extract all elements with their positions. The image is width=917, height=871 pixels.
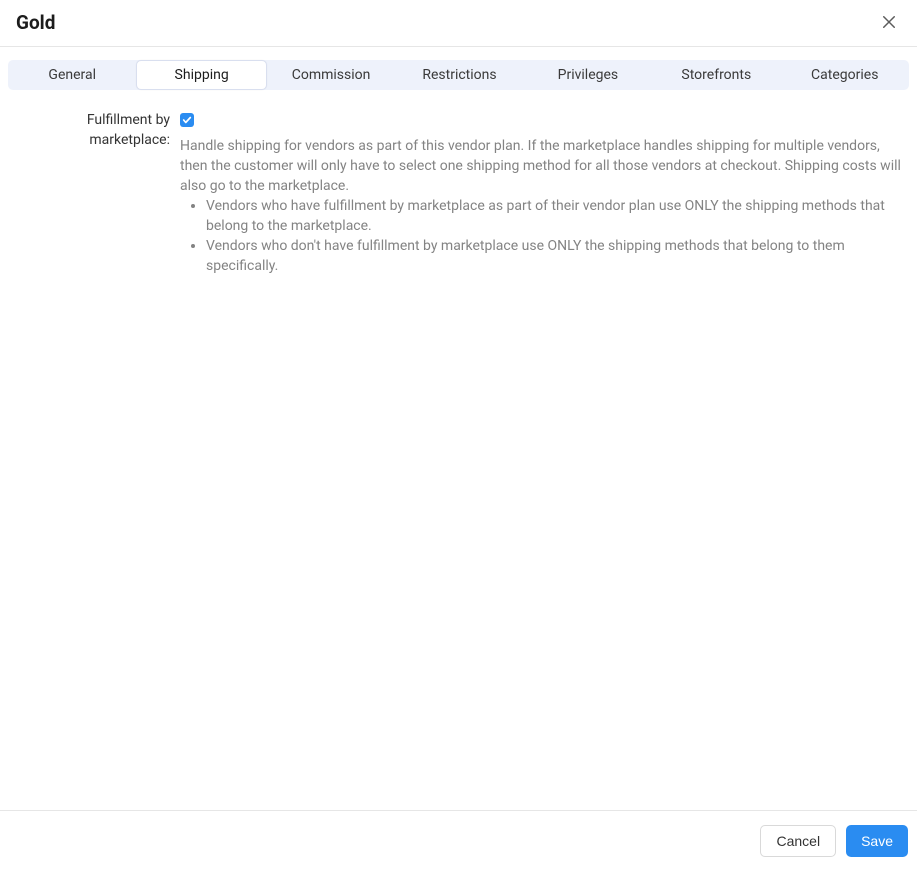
dialog-header: Gold: [0, 0, 917, 47]
tab-label: Restrictions: [422, 67, 496, 83]
fulfillment-bullet: Vendors who don't have fulfillment by ma…: [206, 236, 905, 276]
close-icon: [880, 13, 898, 31]
fulfillment-bullet: Vendors who have fulfillment by marketpl…: [206, 196, 905, 236]
dialog-title: Gold: [16, 11, 55, 34]
dialog-footer: Cancel Save: [0, 810, 917, 871]
tab-privileges[interactable]: Privileges: [524, 60, 652, 90]
fulfillment-label: Fulfillment by marketplace:: [10, 110, 180, 150]
fulfillment-description: Handle shipping for vendors as part of t…: [180, 136, 905, 196]
tab-label: Privileges: [558, 67, 619, 83]
tab-restrictions[interactable]: Restrictions: [395, 60, 523, 90]
tab-label: Shipping: [175, 67, 229, 83]
tabs: General Shipping Commission Restrictions…: [8, 60, 909, 90]
check-icon: [182, 115, 192, 125]
fulfillment-checkbox[interactable]: [180, 113, 194, 127]
button-label: Save: [861, 833, 893, 849]
tab-categories[interactable]: Categories: [781, 60, 909, 90]
fulfillment-row: Fulfillment by marketplace: Handle shipp…: [10, 110, 907, 276]
tab-storefronts[interactable]: Storefronts: [652, 60, 780, 90]
tab-general[interactable]: General: [8, 60, 136, 90]
tabs-container: General Shipping Commission Restrictions…: [0, 47, 917, 90]
tab-label: Categories: [811, 67, 878, 83]
close-button[interactable]: [877, 10, 901, 34]
fulfillment-value: Handle shipping for vendors as part of t…: [180, 110, 907, 276]
tab-shipping[interactable]: Shipping: [136, 60, 266, 90]
tab-commission[interactable]: Commission: [267, 60, 395, 90]
button-label: Cancel: [776, 833, 820, 849]
tab-label: Storefronts: [681, 67, 751, 83]
tab-label: Commission: [292, 67, 371, 83]
fulfillment-bullet-list: Vendors who have fulfillment by marketpl…: [180, 196, 905, 276]
tab-content: Fulfillment by marketplace: Handle shipp…: [0, 90, 917, 276]
tab-label: General: [48, 67, 96, 83]
save-button[interactable]: Save: [846, 825, 908, 857]
cancel-button[interactable]: Cancel: [760, 825, 836, 857]
checkbox-wrap: [180, 110, 905, 130]
